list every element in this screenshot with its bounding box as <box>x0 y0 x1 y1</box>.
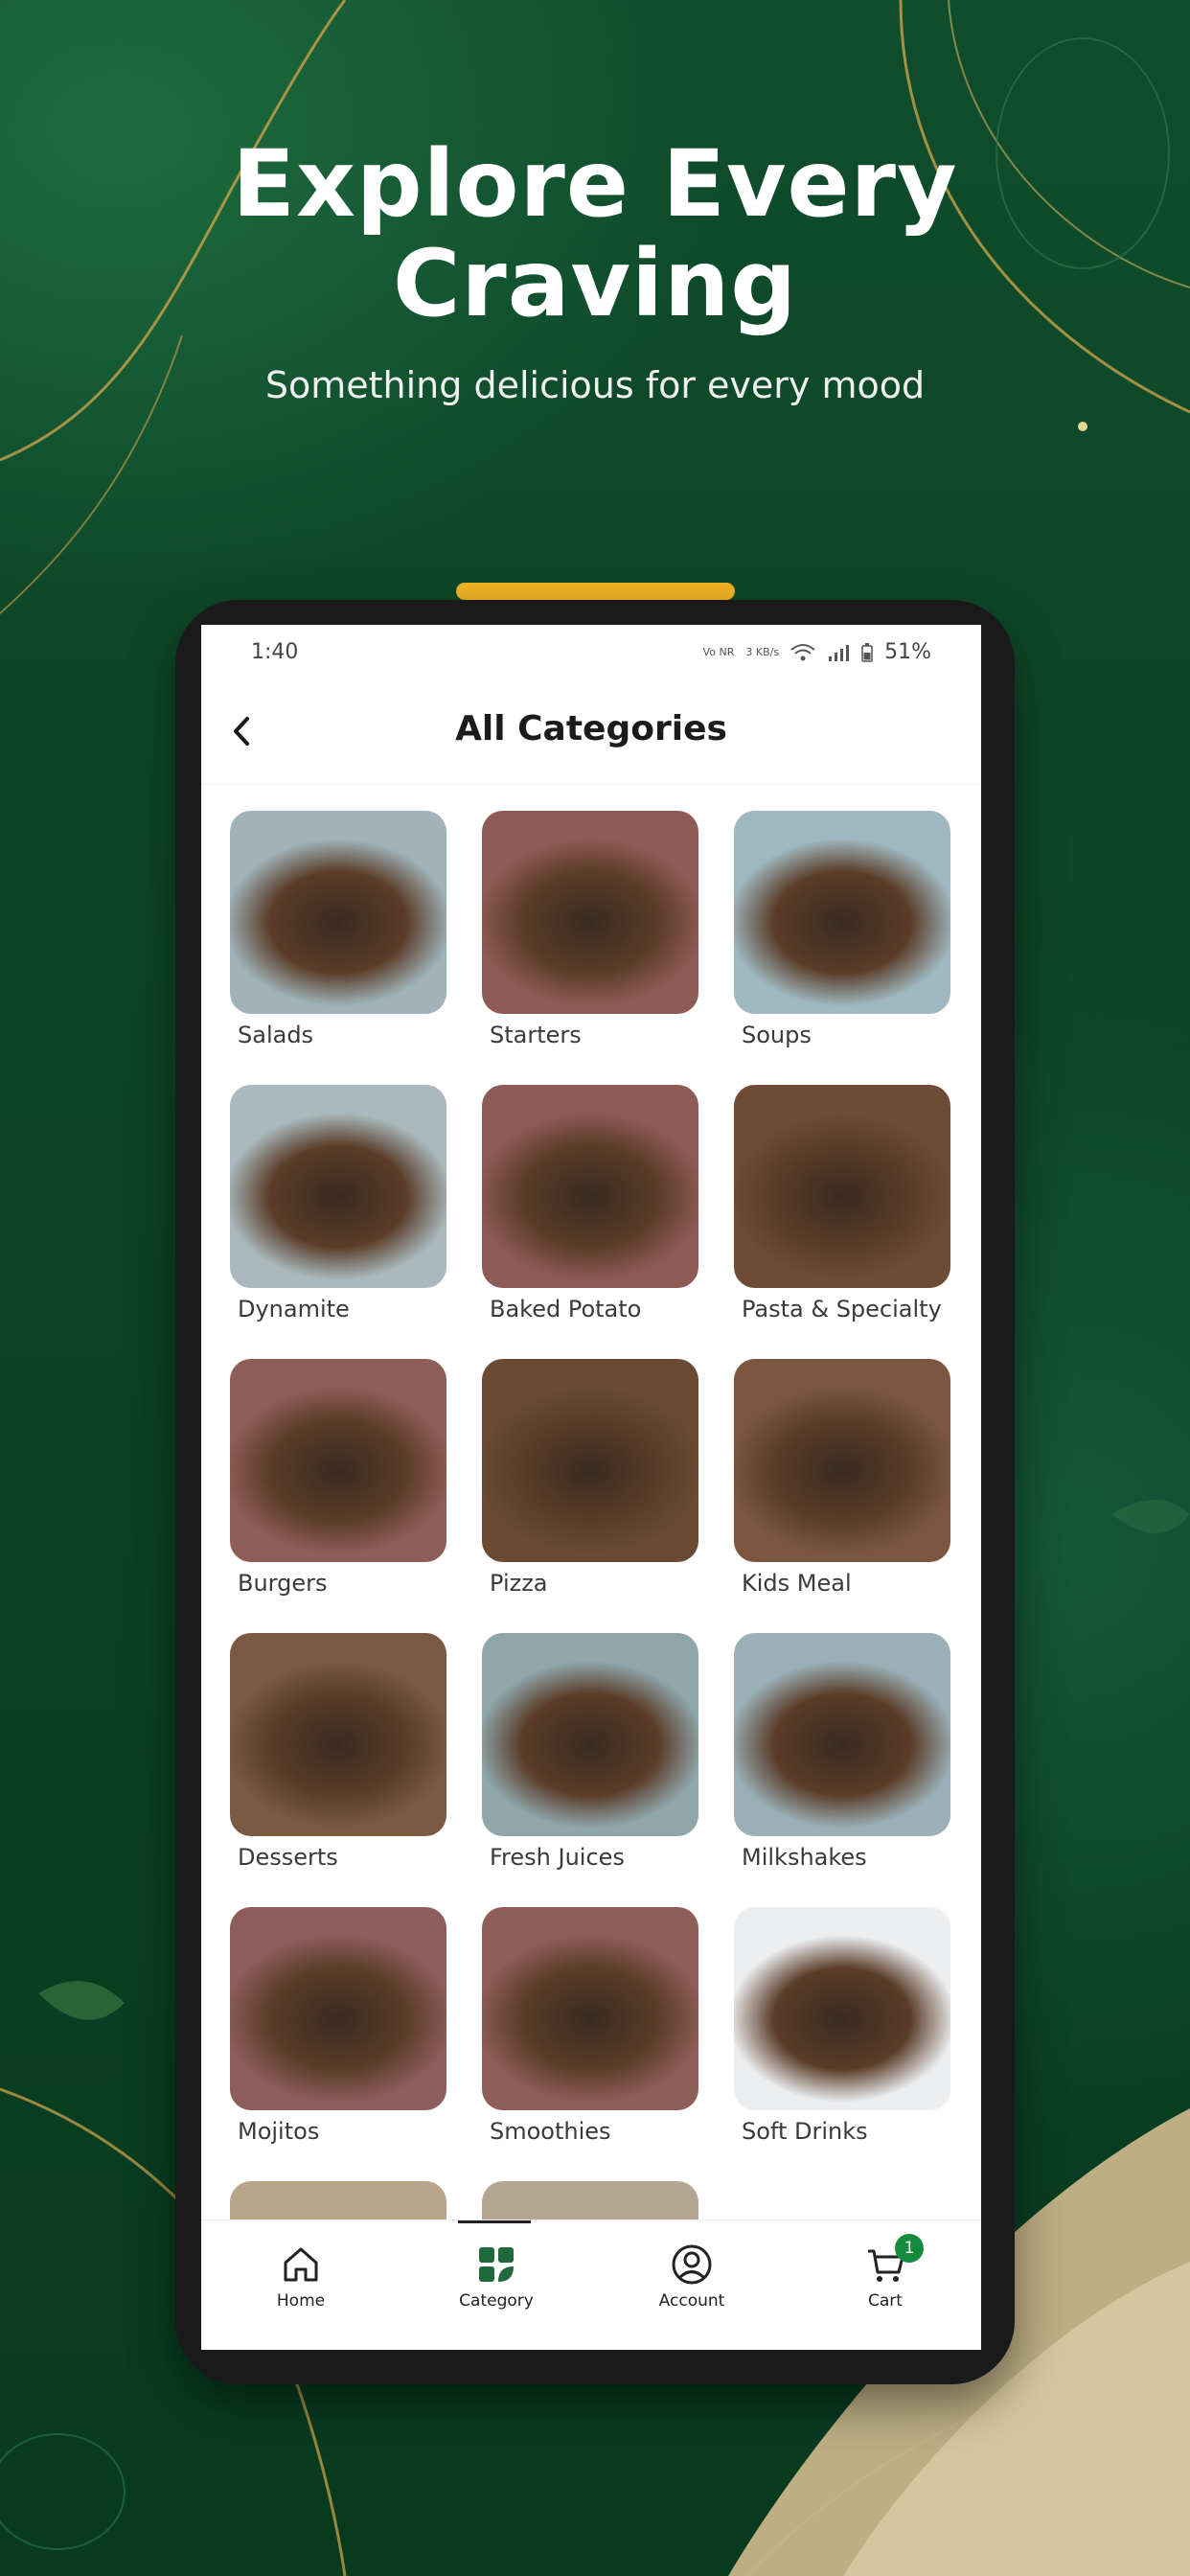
category-label: Starters <box>490 1022 582 1048</box>
category-label: Soups <box>742 1022 812 1048</box>
nav-account[interactable]: Account <box>625 2242 759 2311</box>
hero-subtitle: Something delicious for every mood <box>264 364 926 406</box>
account-icon <box>672 2244 712 2285</box>
app-screen: 1:40 Vo NR 3 KB/s 51% All Categories Sal… <box>201 625 981 2350</box>
category-image <box>230 1085 446 1288</box>
status-time: 1:40 <box>251 640 299 664</box>
category-card[interactable]: Dynamite <box>230 1085 448 1322</box>
battery-level: 51% <box>884 640 931 664</box>
home-icon <box>284 2247 318 2282</box>
category-card[interactable]: Mojitos <box>230 1907 448 2145</box>
category-card[interactable]: Milkshakes <box>734 1633 952 1871</box>
status-icons: Vo NR 3 KB/s 51% <box>703 640 931 664</box>
category-label: Pasta & Specialty <box>742 1296 942 1322</box>
category-card[interactable]: Pasta & Specialty <box>734 1085 952 1322</box>
app-header: All Categories <box>201 678 981 785</box>
category-label: Mojitos <box>238 2118 320 2145</box>
nav-category-label: Category <box>459 2291 534 2311</box>
category-label: Salads <box>238 1022 314 1048</box>
category-image <box>230 1359 446 1562</box>
category-image <box>482 1907 698 2110</box>
nav-active-indicator <box>458 2220 531 2223</box>
category-image <box>734 811 950 1014</box>
category-label: Kids Meal <box>742 1570 852 1597</box>
category-label: Smoothies <box>490 2118 611 2145</box>
category-label: Burgers <box>238 1570 328 1597</box>
category-label: Baked Potato <box>490 1296 642 1322</box>
nav-home-label: Home <box>276 2291 326 2311</box>
nav-category[interactable]: Category <box>429 2242 563 2311</box>
category-card[interactable]: Desserts <box>230 1633 448 1871</box>
nav-cart[interactable]: 1 Cart <box>818 2234 952 2311</box>
category-label: Dynamite <box>238 1296 350 1322</box>
hero-title: Explore Every Craving <box>0 134 1190 334</box>
category-image <box>230 1907 446 2110</box>
cart-badge: 1 <box>895 2234 924 2263</box>
category-card[interactable]: Baked Potato <box>482 1085 700 1322</box>
category-label: Desserts <box>238 1844 338 1871</box>
category-card[interactable]: Soups <box>734 811 952 1048</box>
category-image <box>734 1085 950 1288</box>
category-label: Soft Drinks <box>742 2118 868 2145</box>
wifi-icon <box>790 643 815 660</box>
speed-label: 3 KB/s <box>745 646 780 658</box>
phone-accent-pill <box>456 583 735 600</box>
category-card[interactable]: Soft Drinks <box>734 1907 952 2145</box>
category-card[interactable]: Starters <box>482 811 700 1048</box>
signal-icon <box>829 644 850 661</box>
status-bar: 1:40 Vo NR 3 KB/s 51% <box>201 625 981 678</box>
category-card[interactable]: Fresh Juices <box>482 1633 700 1871</box>
category-image <box>230 1633 446 1836</box>
hero-title-line2: Craving <box>392 230 798 337</box>
category-image <box>734 1359 950 1562</box>
category-card[interactable]: Kids Meal <box>734 1359 952 1597</box>
category-image <box>482 811 698 1014</box>
category-image <box>230 811 446 1014</box>
category-image <box>734 1907 950 2110</box>
category-card[interactable]: Pizza <box>482 1359 700 1597</box>
category-image <box>482 1359 698 1562</box>
category-card[interactable]: Salads <box>230 811 448 1048</box>
category-label: Fresh Juices <box>490 1844 625 1871</box>
category-image <box>482 1085 698 1288</box>
nav-home[interactable]: Home <box>234 2242 368 2311</box>
network-label: Vo NR <box>702 646 735 658</box>
category-grid-icon <box>479 2247 514 2282</box>
nav-account-label: Account <box>658 2291 725 2311</box>
category-label: Pizza <box>490 1570 548 1597</box>
bottom-nav: Home Category Account 1 Cart <box>201 2220 981 2350</box>
category-image <box>734 1633 950 1836</box>
category-image <box>482 1633 698 1836</box>
category-card[interactable]: Burgers <box>230 1359 448 1597</box>
nav-cart-label: Cart <box>868 2291 903 2311</box>
battery-icon <box>861 642 873 662</box>
hero-title-line1: Explore Every <box>232 130 958 238</box>
category-card[interactable]: Smoothies <box>482 1907 700 2145</box>
category-label: Milkshakes <box>742 1844 867 1871</box>
page-title: All Categories <box>455 709 727 748</box>
